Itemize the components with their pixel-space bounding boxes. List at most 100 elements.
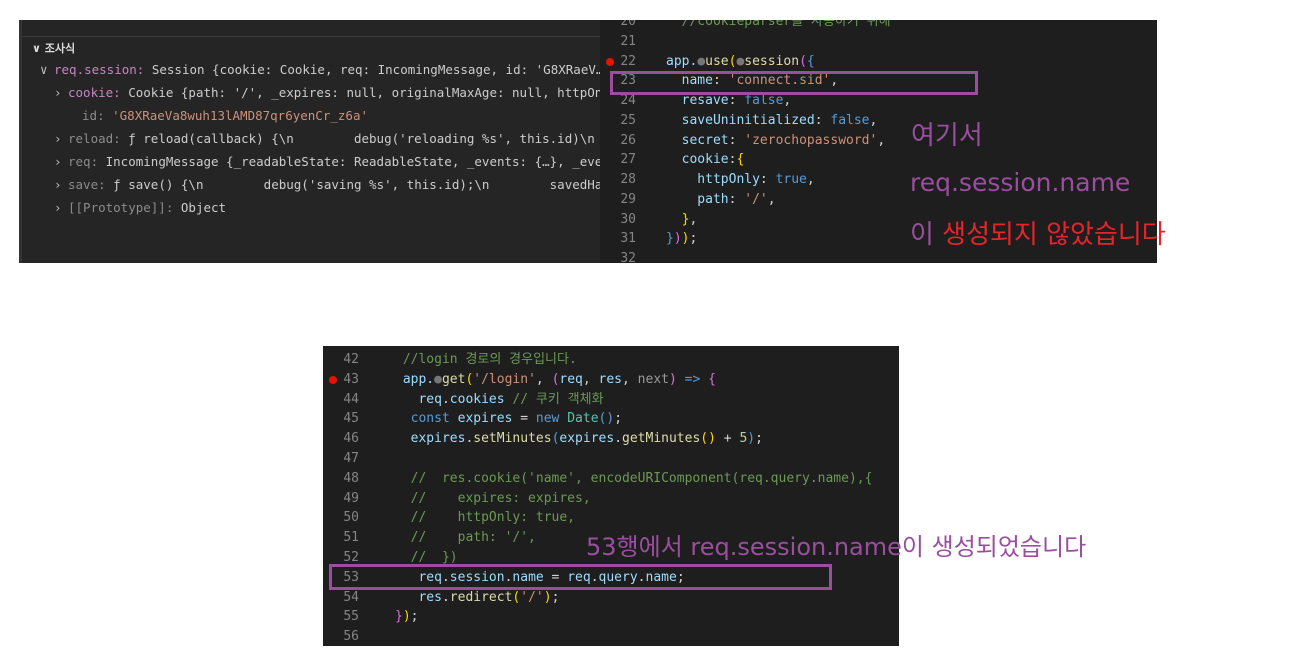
code-token: ;: [614, 411, 623, 427]
code-token: (): [700, 431, 716, 447]
code-line[interactable]: // expires: expires,: [395, 489, 591, 509]
code-token: cookie: [666, 152, 729, 168]
line-number: 55: [343, 609, 359, 625]
chevron-right-icon[interactable]: ›: [54, 198, 68, 218]
watch-key: req.session: [54, 62, 137, 77]
watch-row[interactable]: › [[Prototype]]: Object: [54, 198, 226, 218]
code-line[interactable]: //login 경로의 경우입니다.: [395, 350, 577, 370]
annotation-part: 이: [910, 220, 934, 250]
code-line[interactable]: }));: [666, 229, 697, 249]
line-number: 27: [620, 152, 636, 168]
code-line[interactable]: expires.setMinutes(expires.getMinutes() …: [395, 429, 763, 449]
watch-value: ƒ save() {\n debug('saving %s', this.id)…: [105, 177, 610, 192]
code-token: ;: [410, 609, 419, 625]
line-number: 32: [620, 251, 636, 263]
code-line[interactable]: });: [395, 607, 418, 627]
colon: :: [97, 108, 105, 123]
colon: :: [113, 131, 121, 146]
code-line[interactable]: app.●get('/login', (req, res, next) => {: [395, 370, 716, 390]
code-line[interactable]: httpOnly: true,: [666, 170, 814, 190]
watch-key: reload: [68, 131, 114, 146]
code-token: new: [535, 411, 568, 427]
code-token: app.: [666, 53, 698, 69]
code-token: }: [666, 231, 674, 247]
code-line[interactable]: const expires = new Date();: [395, 409, 622, 429]
annotation-part: 생성되지 않았습니다: [933, 220, 1166, 250]
code-token: req: [395, 391, 442, 407]
watch-row[interactable]: › cookie: Cookie {path: '/', _expires: nu…: [54, 83, 610, 103]
code-token: ,: [869, 112, 878, 128]
code-line[interactable]: cookie:{: [666, 150, 745, 170]
line-number: 46: [343, 431, 359, 447]
code-token: '/login': [473, 371, 536, 387]
watch-row[interactable]: › save: ƒ save() {\n debug('saving %s', t…: [54, 175, 610, 195]
code-editor-login-route[interactable]: 42 //login 경로의 경우입니다. 43 app.●get('/login…: [323, 346, 899, 646]
line-number: 54: [343, 589, 359, 605]
watch-section-header[interactable]: ∨ 조사식: [32, 40, 75, 56]
code-token: redirect: [449, 589, 513, 605]
code-token: }: [666, 211, 690, 227]
watch-row[interactable]: ∨ req.session: Session {cookie: Cookie, r…: [40, 60, 603, 80]
inlay-dot-icon: ●: [434, 371, 442, 387]
code-token: expires: [559, 431, 615, 447]
colon: :: [113, 85, 121, 100]
chevron-right-icon[interactable]: ›: [54, 129, 68, 149]
code-line[interactable]: path: '/',: [666, 190, 775, 210]
watch-value: Session {cookie: Cookie, req: IncomingMe…: [144, 62, 604, 77]
code-token: .: [441, 391, 450, 407]
code-token: {: [806, 53, 815, 69]
code-token: // 쿠키 객체화: [504, 391, 604, 407]
code-line[interactable]: //cookieparser를 사용하기 위해: [666, 20, 891, 32]
watch-key: save: [68, 177, 99, 192]
code-token: }: [395, 609, 403, 625]
code-token: use: [705, 53, 729, 69]
code-line[interactable]: req.cookies // 쿠키 객체화: [395, 390, 604, 410]
watch-row[interactable]: › reload: ƒ reload(callback) {\n debug('r…: [54, 129, 610, 149]
code-token: ): [673, 231, 682, 247]
watch-key: id: [82, 108, 98, 123]
code-token: (): [598, 411, 615, 427]
colon: :: [90, 154, 99, 169]
chevron-down-icon: ∨: [32, 42, 45, 55]
line-number: 45: [343, 411, 359, 427]
chevron-right-icon[interactable]: ›: [54, 175, 68, 195]
code-line[interactable]: // httpOnly: true,: [395, 508, 575, 528]
code-token: expires: [457, 411, 513, 427]
code-token: false: [830, 112, 870, 128]
chevron-right-icon[interactable]: ›: [54, 152, 68, 172]
code-token: :: [728, 132, 745, 148]
code-token: res: [598, 371, 623, 387]
code-token: '/': [744, 191, 768, 207]
code-line[interactable]: res.redirect('/');: [395, 588, 559, 608]
chevron-right-icon[interactable]: ›: [54, 83, 68, 103]
watch-row[interactable]: id: 'G8XRaeVa8wuh13lAMD87qr6yenCr_z6a': [68, 106, 368, 126]
code-token: ,: [783, 93, 792, 108]
code-token: //cookieparser를 사용하기 위해: [666, 20, 891, 29]
code-token: ,: [535, 371, 552, 387]
watch-row[interactable]: › req: IncomingMessage {_readableState: R…: [54, 152, 610, 172]
line-number: 21: [620, 33, 636, 49]
code-token: (: [799, 53, 807, 69]
code-token: //login 경로의 경우입니다.: [395, 352, 577, 367]
code-line[interactable]: saveUninitialized: false,: [666, 111, 878, 131]
code-token: =: [512, 411, 536, 427]
line-number: 30: [620, 211, 636, 227]
divider: [22, 36, 603, 37]
code-token: next: [637, 371, 669, 387]
code-line[interactable]: secret: 'zerochopassword',: [666, 131, 886, 151]
code-token: '/': [520, 589, 544, 605]
code-line[interactable]: // res.cookie('name', encodeURIComponent…: [395, 469, 873, 489]
code-line[interactable]: // path: '/',: [395, 528, 536, 548]
breakpoint-icon[interactable]: [329, 375, 337, 384]
breakpoint-icon[interactable]: [606, 57, 614, 66]
chevron-down-icon[interactable]: ∨: [40, 60, 54, 80]
watch-key: req: [68, 154, 91, 169]
annotation-req-session-name: req.session.name: [910, 168, 1131, 197]
code-line[interactable]: },: [666, 210, 698, 230]
code-token: path: [666, 191, 729, 207]
highlight-box-line-23: [610, 71, 978, 95]
code-token: // httpOnly: true,: [395, 510, 576, 526]
line-number: 26: [620, 132, 636, 148]
code-line[interactable]: app.●use(●session({: [666, 52, 815, 72]
code-token: getMinutes: [622, 431, 701, 447]
